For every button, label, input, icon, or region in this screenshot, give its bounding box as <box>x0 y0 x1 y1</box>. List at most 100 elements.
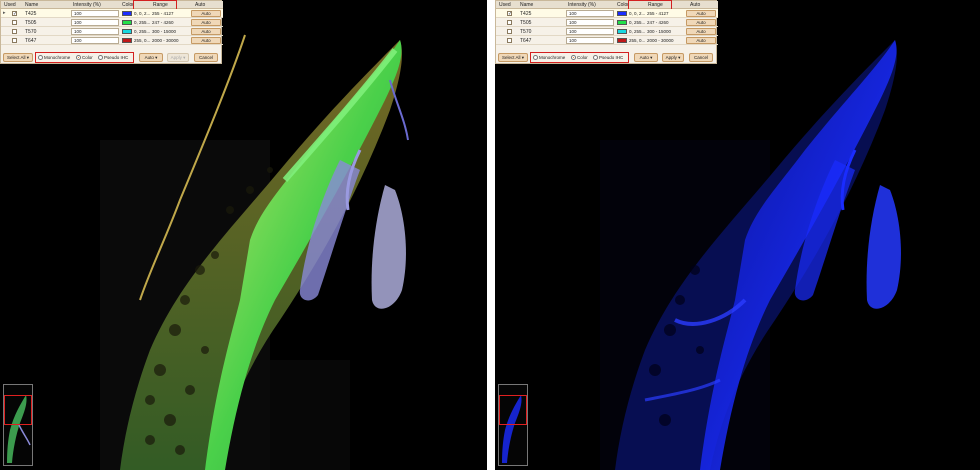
channel-row[interactable]: T647 100 255, 0... 2000 - 30000 Auto <box>1 36 223 45</box>
radio-label: Monochrome <box>539 55 566 60</box>
color-value: 0, 0, 2... <box>629 11 646 16</box>
channel-row[interactable]: T570 100 0, 255... 300 - 15000 Auto <box>496 27 718 36</box>
radio-label: Monochrome <box>44 55 71 60</box>
col-name: Name <box>25 2 39 8</box>
range-value[interactable]: 300 - 15000 <box>647 29 671 34</box>
intensity-input[interactable]: 100 <box>71 37 119 44</box>
channel-name: T570 <box>25 29 37 35</box>
range-value[interactable]: 247 - 4260 <box>647 20 669 25</box>
range-value[interactable]: 2000 - 30000 <box>152 38 179 43</box>
channel-name: T570 <box>520 29 532 35</box>
radio-dot <box>98 55 103 60</box>
intensity-input[interactable]: 100 <box>566 10 614 17</box>
channel-control-panel: Used Name Intensity (%) Color Range Auto… <box>495 0 718 64</box>
apply-label: Apply <box>665 55 677 60</box>
tissue-image-multichannel[interactable] <box>0 0 487 470</box>
radio-label: Color <box>82 55 93 60</box>
color-swatch[interactable] <box>122 11 132 16</box>
intensity-input[interactable]: 100 <box>71 28 119 35</box>
used-checkbox[interactable] <box>12 38 17 43</box>
channel-row[interactable]: T505 100 0, 255... 247 - 4260 Auto <box>1 18 223 27</box>
color-value: 255, 0... <box>134 38 151 43</box>
radio-monochrome[interactable]: Monochrome <box>533 55 565 60</box>
color-value: 0, 255... <box>629 20 646 25</box>
auto-all-button[interactable]: Auto ▾ <box>139 53 163 62</box>
range-value[interactable]: 300 - 15000 <box>152 29 176 34</box>
radio-label: Color <box>577 55 588 60</box>
color-swatch[interactable] <box>617 11 627 16</box>
color-swatch[interactable] <box>122 38 132 43</box>
auto-button[interactable]: Auto <box>191 28 221 35</box>
used-checkbox[interactable] <box>507 38 512 43</box>
range-value[interactable]: 2000 - 30000 <box>647 38 674 43</box>
auto-button[interactable]: Auto <box>191 19 221 26</box>
range-value[interactable]: 255 - 4127 <box>152 11 174 16</box>
radio-color[interactable]: Color <box>571 55 588 60</box>
apply-button[interactable]: Apply ▾ <box>662 53 684 62</box>
color-value: 0, 255... <box>629 29 646 34</box>
intensity-input[interactable]: 100 <box>566 19 614 26</box>
col-intensity: Intensity (%) <box>73 2 101 8</box>
color-value: 255, 0... <box>629 38 646 43</box>
used-checkbox[interactable] <box>12 20 17 25</box>
color-swatch[interactable] <box>617 38 627 43</box>
overview-thumbnail[interactable] <box>498 384 528 466</box>
radio-pseudo-ihc[interactable]: Pseudo IHC <box>98 55 128 60</box>
control-bottom-bar: Select All ▾ Monochrome Color Pseudo IHC… <box>496 51 718 64</box>
color-swatch[interactable] <box>122 20 132 25</box>
auto-label: Auto <box>144 55 154 60</box>
color-swatch[interactable] <box>617 20 627 25</box>
cancel-button[interactable]: Cancel <box>194 53 218 62</box>
col-used: Used <box>499 2 511 8</box>
intensity-input[interactable]: 100 <box>566 37 614 44</box>
intensity-input[interactable]: 100 <box>71 10 119 17</box>
used-checkbox[interactable] <box>12 29 17 34</box>
channel-name: T505 <box>25 20 37 26</box>
auto-all-button[interactable]: Auto ▾ <box>634 53 658 62</box>
intensity-input[interactable]: 100 <box>71 19 119 26</box>
range-value[interactable]: 247 - 4260 <box>152 20 174 25</box>
tissue-image-blue-channel[interactable] <box>495 0 980 470</box>
radio-dot <box>38 55 43 60</box>
apply-button[interactable]: Apply ▾ <box>167 53 189 62</box>
auto-button[interactable]: Auto <box>191 37 221 44</box>
cancel-button[interactable]: Cancel <box>689 53 713 62</box>
radio-monochrome[interactable]: Monochrome <box>38 55 70 60</box>
color-swatch[interactable] <box>617 29 627 34</box>
image-viewer-right[interactable]: Used Name Intensity (%) Color Range Auto… <box>495 0 980 470</box>
channel-name: T505 <box>520 20 532 26</box>
auto-button[interactable]: Auto <box>686 28 716 35</box>
auto-button[interactable]: Auto <box>686 37 716 44</box>
auto-button[interactable]: Auto <box>686 19 716 26</box>
select-all-label: Select All <box>6 55 26 60</box>
col-intensity: Intensity (%) <box>568 2 596 8</box>
auto-button[interactable]: Auto <box>191 10 221 17</box>
viewport-frame[interactable] <box>499 395 527 425</box>
range-value[interactable]: 255 - 4127 <box>647 11 669 16</box>
used-checkbox[interactable] <box>507 29 512 34</box>
channel-row[interactable]: T647 100 255, 0... 2000 - 30000 Auto <box>496 36 718 45</box>
color-swatch[interactable] <box>122 29 132 34</box>
used-checkbox[interactable]: ✓ <box>507 11 512 17</box>
channel-row[interactable]: ▸ ✓ T425 100 0, 0, 2... 255 - 4127 Auto <box>1 9 223 18</box>
channel-row[interactable]: ✓ T425 100 0, 0, 2... 255 - 4127 Auto <box>496 9 718 18</box>
radio-pseudo-ihc[interactable]: Pseudo IHC <box>593 55 623 60</box>
intensity-input[interactable]: 100 <box>566 28 614 35</box>
channel-name: T647 <box>25 38 37 44</box>
select-all-button[interactable]: Select All ▾ <box>498 53 528 62</box>
used-checkbox[interactable] <box>507 20 512 25</box>
channel-row[interactable]: T505 100 0, 255... 247 - 4260 Auto <box>496 18 718 27</box>
channel-row[interactable]: T570 100 0, 255... 300 - 15000 Auto <box>1 27 223 36</box>
select-all-button[interactable]: Select All ▾ <box>3 53 33 62</box>
viewport-frame[interactable] <box>4 395 32 425</box>
channel-name: T647 <box>520 38 532 44</box>
overview-thumbnail[interactable] <box>3 384 33 466</box>
radio-color[interactable]: Color <box>76 55 93 60</box>
channel-control-panel: Used Name Intensity (%) Color Range Auto… <box>0 0 223 64</box>
image-viewer-left[interactable]: Used Name Intensity (%) Color Range Auto… <box>0 0 487 470</box>
used-checkbox[interactable]: ✓ <box>12 11 17 17</box>
color-value: 0, 255... <box>134 29 151 34</box>
auto-button[interactable]: Auto <box>686 10 716 17</box>
color-value: 0, 0, 2... <box>134 11 151 16</box>
control-bottom-bar: Select All ▾ Monochrome Color Pseudo IHC… <box>1 51 223 64</box>
